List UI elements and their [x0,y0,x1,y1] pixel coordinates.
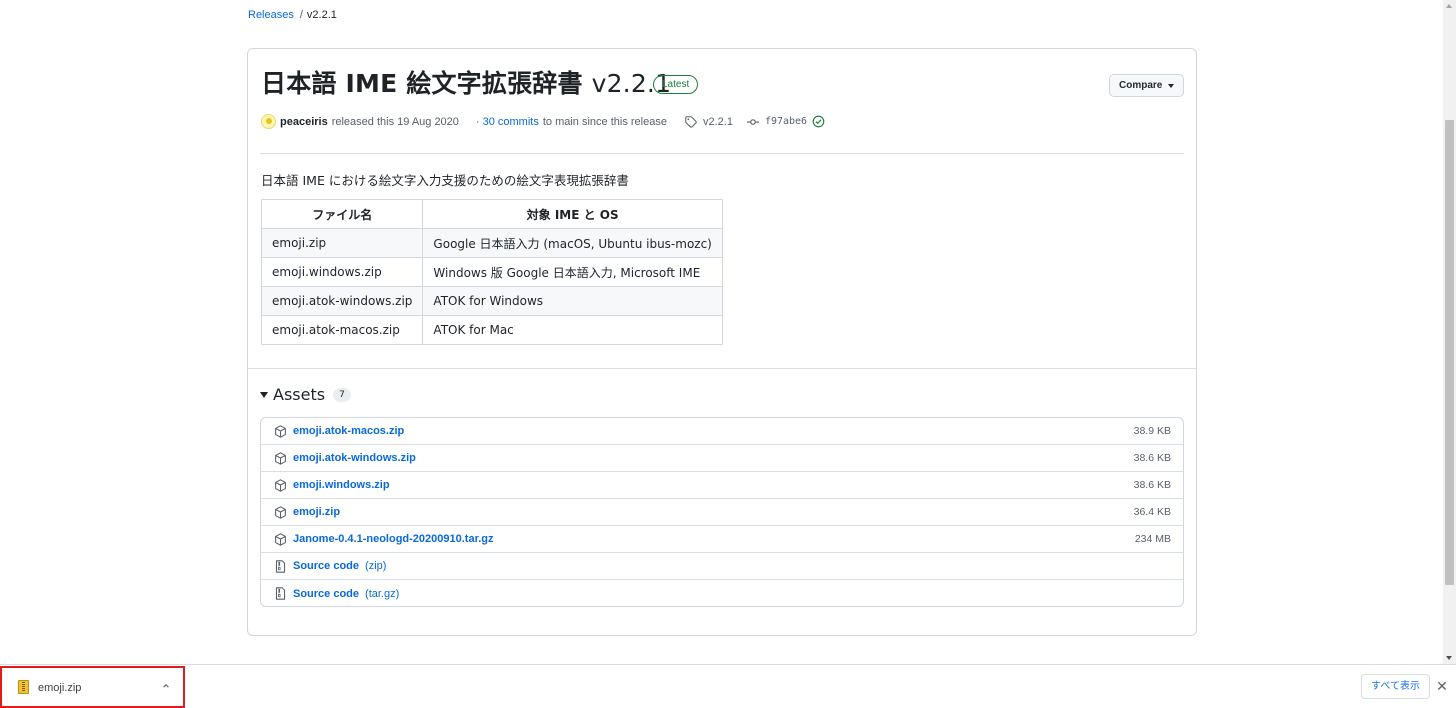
zip-file-icon [18,680,29,694]
scrollbar-thumb[interactable] [1445,120,1454,585]
download-item[interactable]: emoji.zip [0,666,185,708]
tag-link[interactable]: v2.2.1 [703,116,733,128]
table-cell: emoji.atok-macos.zip [260,315,424,345]
package-icon [275,424,286,438]
file-zip-icon [275,559,286,573]
table-cell: ATOK for Windows [422,286,723,316]
asset-row[interactable]: Janome-0.4.1-neologd-20200910.tar.gz 234… [261,526,1183,553]
files-table: ファイル名 対象 IME と OS emoji.zip Google 日本語入力… [260,199,723,345]
column-header-target: 対象 IME と OS [422,199,723,229]
assets-list: emoji.atok-macos.zip 38.9 KB emoji.atok-… [260,417,1184,607]
compare-button[interactable]: Compare [1109,74,1184,97]
asset-row[interactable]: emoji.atok-macos.zip 38.9 KB [261,418,1183,445]
commits-suffix: to main since this release [542,115,667,128]
table-row: emoji.atok-windows.zip ATOK for Windows [260,286,723,316]
latest-badge: Latest [653,75,699,94]
asset-link[interactable]: Source code [293,588,359,600]
close-icon[interactable]: ✕ [1436,679,1448,693]
commit-sha-link[interactable]: f97abe6 [765,116,807,127]
compare-label: Compare [1119,80,1163,91]
asset-row[interactable]: emoji.windows.zip 38.6 KB [261,472,1183,499]
commits-prefix: · [475,115,480,128]
table-cell: ATOK for Mac [422,315,723,345]
table-cell: emoji.windows.zip [260,257,424,287]
release-title[interactable]: 日本語 IME 絵文字拡張辞書 v2.2.1 [261,64,671,100]
caret-down-icon [1168,84,1174,88]
asset-link[interactable]: Janome-0.4.1-neologd-20200910.tar.gz [293,533,494,545]
asset-link[interactable]: emoji.atok-windows.zip [293,452,416,464]
verified-check-icon[interactable] [812,115,825,128]
assets-count-badge: 7 [333,387,351,402]
asset-size: 234 MB [1134,533,1171,545]
breadcrumb-current: v2.2.1 [306,9,337,21]
triangle-down-icon [260,391,268,398]
commits-link[interactable]: 30 commits [483,116,539,128]
avatar[interactable] [261,114,276,129]
assets-heading: Assets [273,385,326,404]
asset-row[interactable]: Source code (tar.gz) [261,580,1183,607]
release-meta: peaceiris released this 19 Aug 2020 · 30… [261,113,825,130]
scroll-up-arrow-icon[interactable] [1446,4,1452,8]
divider [260,153,1184,154]
chevron-up-icon[interactable] [162,682,170,690]
breadcrumb-releases-link[interactable]: Releases [248,9,294,21]
asset-link[interactable]: emoji.atok-macos.zip [293,425,404,437]
asset-size: 36.4 KB [1133,506,1171,518]
released-text: released this 19 Aug 2020 [331,115,459,128]
package-icon [275,451,286,465]
table-header-row: ファイル名 対象 IME と OS [260,199,723,229]
vertical-scrollbar[interactable] [1443,0,1456,664]
asset-row[interactable]: emoji.atok-windows.zip 38.6 KB [261,445,1183,472]
table-cell: emoji.atok-windows.zip [260,286,424,316]
release-title-text: 日本語 IME 絵文字拡張辞書 [261,69,583,98]
asset-row[interactable]: emoji.zip 36.4 KB [261,499,1183,526]
git-commit-icon [746,118,759,125]
package-icon [275,505,286,519]
asset-row[interactable]: Source code (zip) [261,553,1183,580]
table-row: emoji.zip Google 日本語入力 (macOS, Ubuntu ib… [260,228,723,258]
table-cell: Google 日本語入力 (macOS, Ubuntu ibus-mozc) [422,228,723,258]
release-card: 日本語 IME 絵文字拡張辞書 v2.2.1 Latest Compare pe… [247,48,1197,636]
asset-size: 38.6 KB [1133,452,1171,464]
breadcrumb: Releases / v2.2.1 [248,9,337,21]
column-header-filename: ファイル名 [260,199,424,229]
assets-toggle[interactable]: Assets 7 [260,385,351,404]
release-description: 日本語 IME における絵文字入力支援のための絵文字表現拡張辞書 [261,173,629,188]
divider [248,368,1196,369]
download-bar: emoji.zip すべて表示 ✕ [0,664,1456,708]
asset-link[interactable]: emoji.windows.zip [293,479,390,491]
tag-icon [685,115,697,128]
table-cell: emoji.zip [260,228,424,258]
table-row: emoji.windows.zip Windows 版 Google 日本語入力… [260,257,723,287]
download-file-name: emoji.zip [38,682,82,694]
asset-link[interactable]: emoji.zip [293,506,340,518]
asset-size: 38.9 KB [1133,425,1171,437]
package-icon [275,532,286,546]
author-link[interactable]: peaceiris [280,116,328,128]
package-icon [275,478,286,492]
asset-link[interactable]: Source code [293,560,359,572]
asset-format: (tar.gz) [365,587,400,600]
file-zip-icon [275,587,286,600]
show-all-button[interactable]: すべて表示 [1361,674,1430,699]
asset-size: 38.6 KB [1133,479,1171,491]
scroll-down-arrow-icon[interactable] [1446,656,1452,660]
breadcrumb-separator: / [299,9,303,21]
table-row: emoji.atok-macos.zip ATOK for Mac [260,315,723,345]
table-cell: Windows 版 Google 日本語入力, Microsoft IME [422,257,723,287]
asset-format: (zip) [365,560,387,572]
